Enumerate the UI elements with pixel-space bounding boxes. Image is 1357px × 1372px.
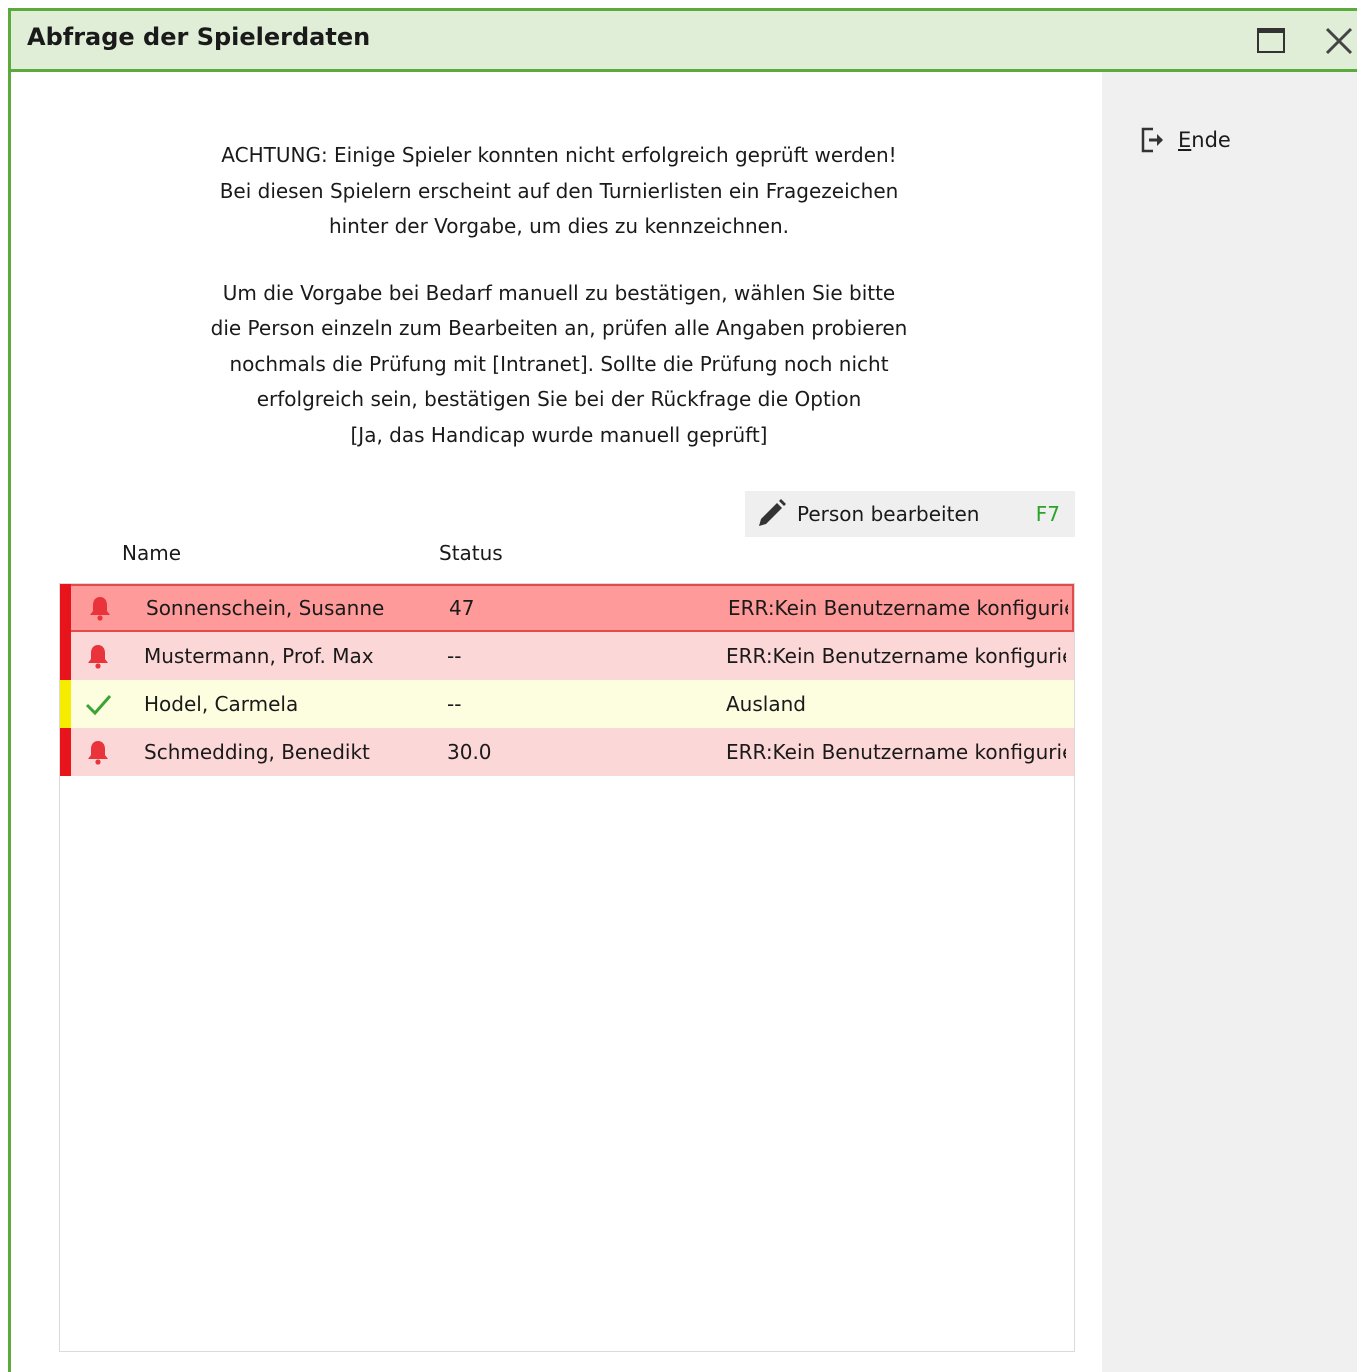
window-title: Abfrage der Spielerdaten xyxy=(27,23,371,51)
cell-value: -- xyxy=(447,692,462,716)
bell-icon xyxy=(84,738,112,766)
message-line: die Person einzeln zum Bearbeiten an, pr… xyxy=(210,316,908,340)
table-row[interactable]: Sonnenschein, Susanne 47 ERR:Kein Benutzer… xyxy=(60,584,1074,632)
bell-icon xyxy=(84,642,112,670)
message-line: nochmals die Prüfung mit [Intranet]. Sol… xyxy=(229,351,889,376)
cell-name: Sonnenschein, Susanne xyxy=(146,596,385,620)
status-stripe xyxy=(60,680,71,728)
shortcut-hint: F7 xyxy=(1035,502,1060,526)
bell-icon xyxy=(86,594,114,622)
warning-message: ACHTUNG: Einige Spieler konnten nicht er… xyxy=(59,138,1059,453)
table-row[interactable]: Hodel, Carmela -- Ausland xyxy=(60,680,1074,728)
cell-message: ERR:Kein Benutzername konfiguriert xyxy=(726,644,1066,668)
dialog-window: Abfrage der Spielerdaten Ende ACHTUNG: E… xyxy=(8,8,1357,1372)
pencil-icon xyxy=(759,499,786,526)
cell-value: -- xyxy=(447,644,462,668)
player-list[interactable]: Sonnenschein, Susanne 47 ERR:Kein Benutzer… xyxy=(59,583,1075,1352)
edit-label: Person bearbeiten xyxy=(797,502,980,526)
title-bar: Abfrage der Spielerdaten xyxy=(11,11,1357,72)
message-line: Um die Vorgabe bei Bedarf manuell zu bes… xyxy=(222,280,896,305)
status-stripe xyxy=(60,632,71,680)
cell-message: ERR:Kein Benutzername konfiguriert xyxy=(726,740,1066,764)
ende-label: Ende xyxy=(1178,128,1231,152)
message-line: Bei diesen Spielern erscheint auf den Tu… xyxy=(219,178,899,203)
cell-message: Ausland xyxy=(726,692,806,716)
message-line: erfolgreich sein, bestätigen Sie bei der… xyxy=(256,387,862,411)
table-row[interactable]: Mustermann, Prof. Max -- ERR:Kein Benutzer… xyxy=(60,632,1074,680)
cell-name: Mustermann, Prof. Max xyxy=(144,644,374,668)
message-line: [Ja, das Handicap wurde manuell geprüft] xyxy=(350,422,768,447)
message-line: hinter der Vorgabe, um dies zu kennzeich… xyxy=(328,214,790,238)
maximize-button[interactable] xyxy=(1255,25,1287,57)
close-icon xyxy=(1325,27,1353,55)
table-row[interactable]: Schmedding, Benedikt 30.0 ERR:Kein Benutze… xyxy=(60,728,1074,776)
column-header-status[interactable]: Status xyxy=(439,541,503,565)
person-bearbeiten-button[interactable]: Person bearbeiten F7 xyxy=(745,491,1075,537)
exit-icon xyxy=(1141,127,1163,153)
sidebar: Ende xyxy=(1102,72,1357,1372)
cell-message: ERR:Kein Benutzername konfiguriert xyxy=(728,596,1068,620)
close-button[interactable] xyxy=(1323,25,1355,57)
cell-value: 30.0 xyxy=(447,740,492,764)
cell-name: Hodel, Carmela xyxy=(144,692,299,716)
ende-button[interactable]: Ende xyxy=(1140,126,1231,154)
maximize-icon xyxy=(1257,28,1285,53)
status-stripe xyxy=(60,728,71,776)
column-header-name[interactable]: Name xyxy=(122,541,181,565)
cell-value: 47 xyxy=(449,596,475,620)
checkmark-icon xyxy=(84,690,112,718)
status-stripe xyxy=(60,584,71,632)
message-line: ACHTUNG: Einige Spieler konnten nicht er… xyxy=(221,143,897,167)
cell-name: Schmedding, Benedikt xyxy=(144,740,370,764)
